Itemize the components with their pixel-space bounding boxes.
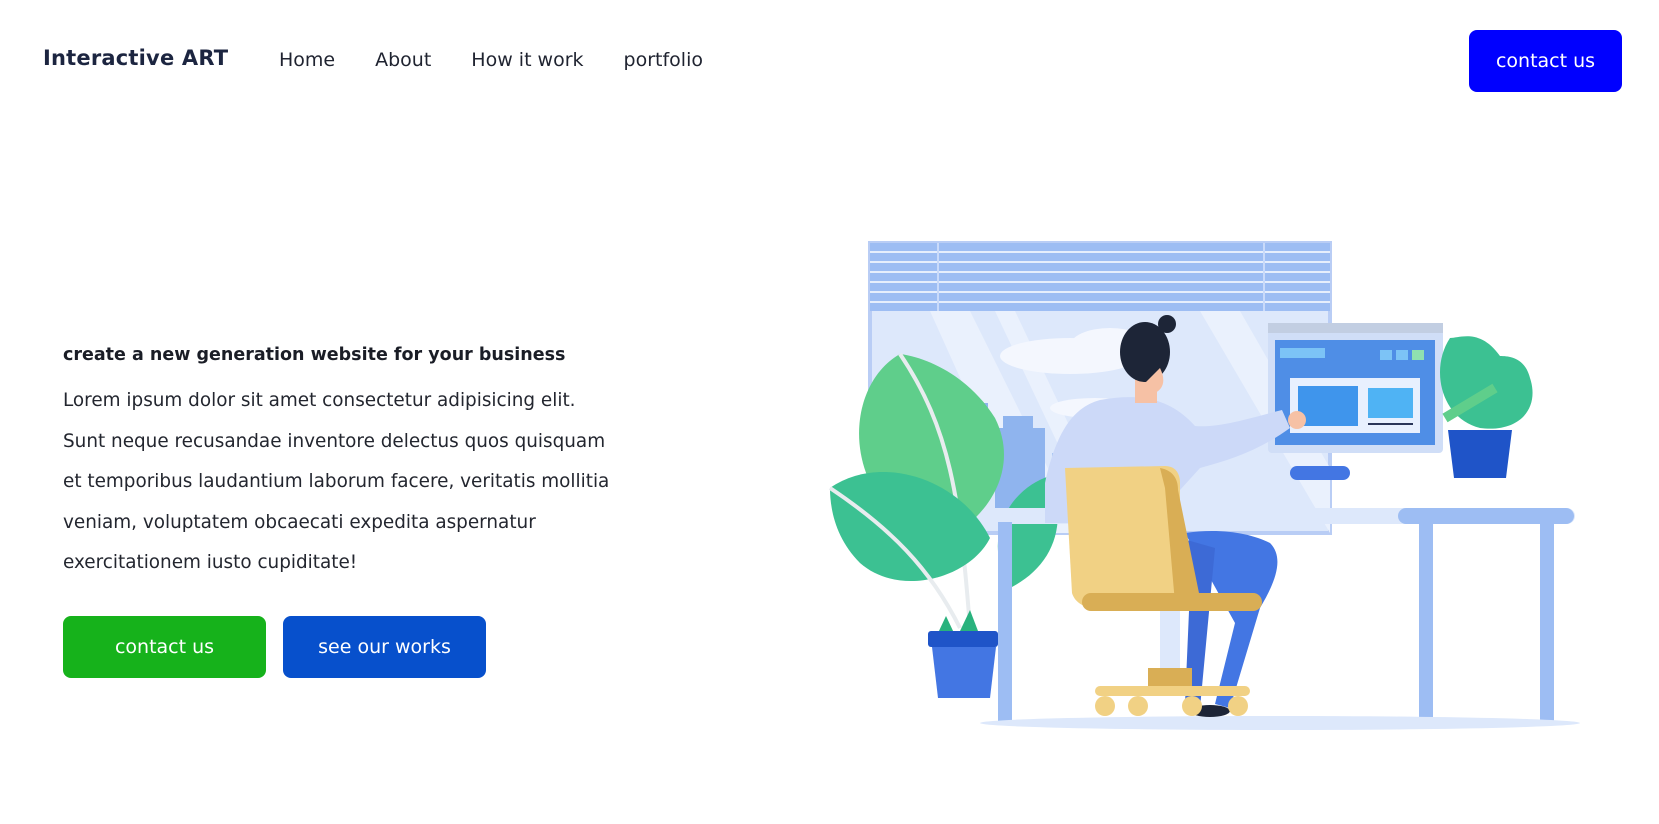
nav-link-home[interactable]: Home (279, 49, 335, 71)
hero-body: Lorem ipsum dolor sit amet consectetur a… (63, 390, 610, 573)
contact-us-button[interactable]: contact us (63, 616, 266, 678)
nav-links: Home About How it work portfolio (279, 49, 743, 71)
hero-title: create a new generation website for your… (63, 345, 566, 365)
logo[interactable]: Interactive ART (43, 46, 228, 70)
plant-right-illustration (1440, 336, 1533, 478)
hero-buttons: contact us see our works (63, 616, 486, 678)
hero-illustration (828, 241, 1580, 730)
hero-text: create a new generation website for your… (63, 345, 623, 584)
see-our-works-button[interactable]: see our works (283, 616, 486, 678)
nav-link-how-it-work[interactable]: How it work (471, 49, 583, 71)
navbar: Interactive ART Home About How it work p… (0, 0, 1659, 124)
nav-link-portfolio[interactable]: portfolio (624, 49, 703, 71)
nav-contact-button[interactable]: contact us (1469, 30, 1622, 92)
nav-link-about[interactable]: About (375, 49, 431, 71)
